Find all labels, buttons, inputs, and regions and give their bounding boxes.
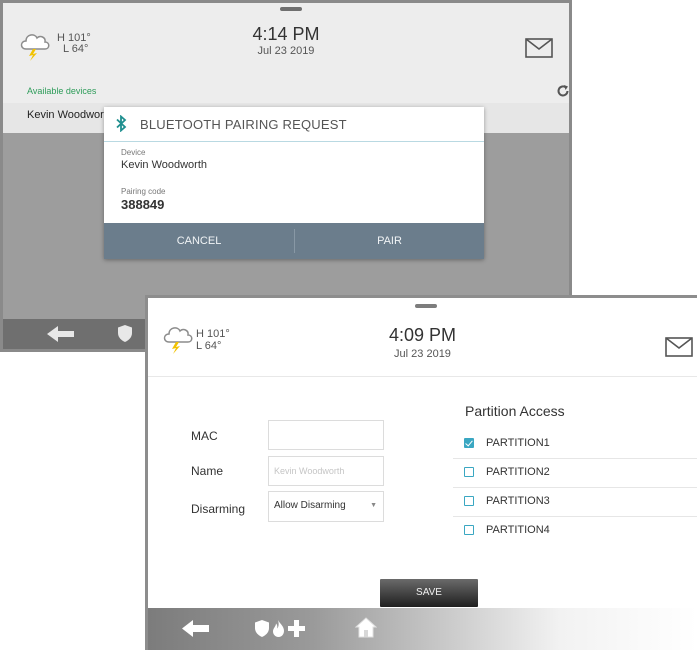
partition-checkbox[interactable] xyxy=(464,438,474,448)
mac-label: MAC xyxy=(191,429,218,443)
bottom-nav-bar xyxy=(148,608,697,650)
pairing-code-label: Pairing code xyxy=(121,187,166,196)
disarming-label: Disarming xyxy=(191,502,246,516)
available-devices-label: Available devices xyxy=(27,86,97,96)
mac-input[interactable] xyxy=(268,420,384,450)
pairing-dialog: BLUETOOTH PAIRING REQUEST Device Kevin W… xyxy=(104,107,484,259)
device-value: Kevin Woodworth xyxy=(121,159,208,171)
refresh-icon[interactable] xyxy=(556,84,570,98)
partition-row[interactable]: PARTITION2 xyxy=(453,459,697,488)
back-arrow-icon[interactable] xyxy=(182,620,210,637)
device-settings-screen: H 101° L 64° 4:09 PM Jul 23 2019 MAC Nam… xyxy=(145,295,697,650)
available-devices-bar: Available devices xyxy=(3,81,569,103)
dialog-title: BLUETOOTH PAIRING REQUEST xyxy=(140,117,347,132)
partition-row[interactable]: PARTITION1 xyxy=(453,430,697,459)
medical-cross-icon[interactable] xyxy=(288,620,305,637)
clock-time: 4:14 PM xyxy=(252,24,320,44)
pull-down-handle[interactable] xyxy=(415,304,437,308)
bluetooth-icon xyxy=(116,115,127,132)
partition-label: PARTITION2 xyxy=(486,466,550,478)
home-icon[interactable] xyxy=(355,617,377,638)
partition-label: PARTITION1 xyxy=(486,437,550,449)
partition-row[interactable]: PARTITION3 xyxy=(453,488,697,517)
pull-down-handle[interactable] xyxy=(280,7,302,11)
mail-icon[interactable] xyxy=(665,337,693,357)
dropdown-arrow-icon: ▼ xyxy=(370,502,377,509)
save-button[interactable]: SAVE xyxy=(380,579,478,607)
status-header: H 101° L 64° 4:14 PM Jul 23 2019 xyxy=(3,3,569,81)
header-divider xyxy=(148,376,697,377)
disarming-value: Allow Disarming xyxy=(274,500,346,511)
dialog-button-bar: CANCEL PAIR xyxy=(104,223,484,259)
partition-checkbox[interactable] xyxy=(464,467,474,477)
partition-access-title: Partition Access xyxy=(465,403,565,419)
cancel-button[interactable]: CANCEL xyxy=(104,223,294,259)
partition-checkbox[interactable] xyxy=(464,525,474,535)
pairing-code-value: 388849 xyxy=(121,197,165,212)
name-input[interactable]: Kevin Woodworth xyxy=(268,456,384,486)
clock-date: Jul 23 2019 xyxy=(394,348,451,360)
dialog-title-bar: BLUETOOTH PAIRING REQUEST xyxy=(104,107,484,142)
mail-icon[interactable] xyxy=(525,38,553,58)
partition-label: PARTITION4 xyxy=(486,524,550,536)
partition-checkbox[interactable] xyxy=(464,496,474,506)
back-arrow-icon[interactable] xyxy=(47,326,75,342)
partition-row[interactable]: PARTITION4 xyxy=(453,517,697,545)
shield-icon[interactable] xyxy=(255,620,269,637)
disarming-select[interactable]: Allow Disarming ▼ xyxy=(268,491,384,522)
partition-label: PARTITION3 xyxy=(486,495,550,507)
device-label: Device xyxy=(121,148,146,157)
name-label: Name xyxy=(191,464,224,478)
shield-icon[interactable] xyxy=(118,325,132,342)
pair-button[interactable]: PAIR xyxy=(295,223,484,259)
clock-date: Jul 23 2019 xyxy=(257,45,315,57)
clock-time: 4:09 PM xyxy=(388,325,457,345)
device-list-item[interactable]: Kevin Woodworth xyxy=(27,109,113,121)
fire-icon[interactable] xyxy=(272,620,286,637)
